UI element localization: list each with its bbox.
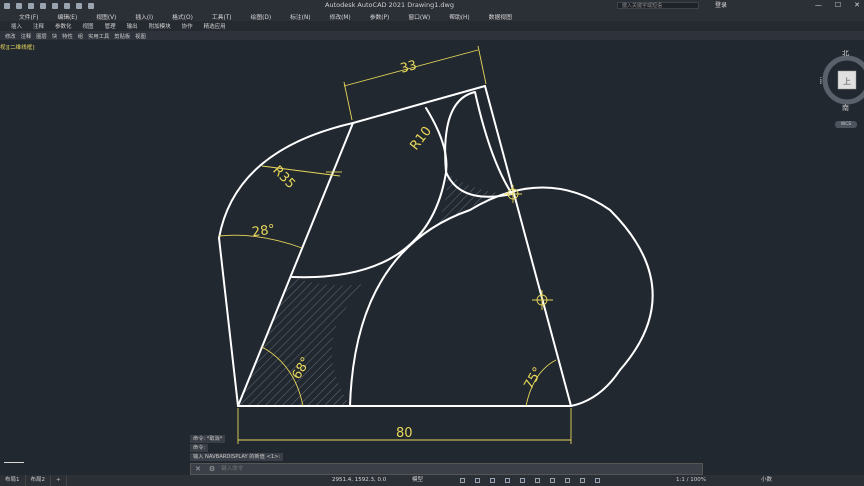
dim-80-text: 80 [396, 426, 413, 441]
grid-icon[interactable] [460, 478, 465, 483]
otrack-icon[interactable] [535, 478, 540, 483]
model-space-button[interactable]: 模型 [412, 475, 423, 486]
selection-cycling-icon[interactable] [580, 478, 585, 483]
units-button[interactable]: 小数 [761, 475, 772, 486]
wrench-icon[interactable]: ⚙ [209, 465, 215, 473]
lineweight-icon[interactable] [550, 478, 555, 483]
right-edge [484, 85, 572, 407]
polar-icon[interactable] [505, 478, 510, 483]
snap-icon[interactable] [475, 478, 480, 483]
viewcube-north[interactable]: 北 [842, 50, 849, 57]
close-icon[interactable]: ✕ [195, 465, 201, 473]
viewcube-south[interactable]: 南 [842, 103, 849, 112]
viewcube[interactable]: 北 西 上 南 [820, 50, 864, 116]
hatch-region-upper [430, 172, 512, 236]
command-line[interactable]: ✕ ⚙ [190, 463, 703, 475]
command-history-1: 命令: *取消* [190, 435, 226, 443]
top-edge [352, 85, 486, 124]
dim-33-text: 33 [399, 58, 419, 77]
big-circle-arc [349, 186, 654, 407]
viewcube-west[interactable]: 西 [820, 77, 822, 85]
dim-r10-text: R10 [407, 124, 435, 153]
dim-33-ext-left [343, 81, 353, 121]
transparency-icon[interactable] [565, 478, 570, 483]
command-history-2: 命令: [190, 444, 209, 452]
osnap-icon[interactable] [520, 478, 525, 483]
annotation-icon[interactable] [595, 478, 600, 483]
add-layout-button[interactable]: + [51, 475, 67, 486]
status-bar: 布局1 布局2 + [0, 475, 864, 486]
left-edge [218, 237, 239, 407]
command-input[interactable] [219, 465, 664, 473]
coordinates-readout: 2951.4, 1592.3, 0.0 [332, 477, 387, 483]
wcs-button[interactable]: WCS [835, 121, 857, 128]
viewcube-top[interactable]: 上 [843, 77, 851, 86]
ortho-icon[interactable] [490, 478, 495, 483]
status-toggles [460, 478, 600, 483]
dim-33-ext-right [477, 45, 487, 85]
ucs-icon [4, 462, 24, 463]
command-history-3: 输入 NAVBARDISPLAY 的新值 <1>: [190, 453, 284, 461]
dim-28-text: 28° [251, 222, 276, 240]
dim-75-text: 75° [522, 365, 547, 392]
tab-layout2[interactable]: 布局2 [26, 475, 51, 486]
annotation-scale[interactable]: 1:1 / 100% [676, 475, 706, 486]
tab-layout1[interactable]: 布局1 [0, 475, 26, 486]
drawing-canvas[interactable]: 33 80 R10 R35 28° 68° 75° [0, 0, 864, 486]
